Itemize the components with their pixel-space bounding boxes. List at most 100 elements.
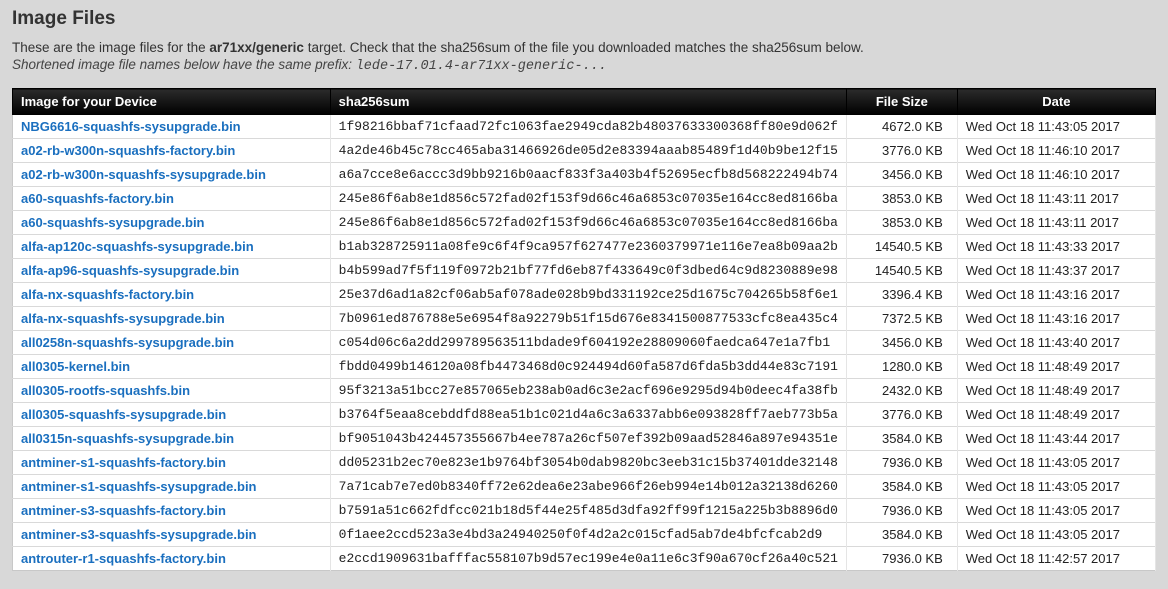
cell-size: 14540.5 KB (846, 235, 957, 259)
cell-name: a60-squashfs-factory.bin (13, 187, 331, 211)
cell-sha: bf9051043b424457355667b4ee787a26cf507ef3… (330, 427, 846, 451)
cell-size: 7372.5 KB (846, 307, 957, 331)
cell-date: Wed Oct 18 11:48:49 2017 (957, 403, 1155, 427)
cell-sha: 245e86f6ab8e1d856c572fad02f153f9d66c46a6… (330, 211, 846, 235)
cell-sha: 7b0961ed876788e5e6954f8a92279b51f15d676e… (330, 307, 846, 331)
cell-date: Wed Oct 18 11:43:16 2017 (957, 307, 1155, 331)
intro-target: ar71xx/generic (209, 40, 304, 55)
table-row: all0305-rootfs-squashfs.bin 95f3213a51bcc… (13, 379, 1156, 403)
cell-date: Wed Oct 18 11:46:10 2017 (957, 139, 1155, 163)
col-header-size: File Size (846, 89, 957, 115)
cell-date: Wed Oct 18 11:43:33 2017 (957, 235, 1155, 259)
cell-sha: 0f1aee2ccd523a3e4bd3a24940250f0f4d2a2c01… (330, 523, 846, 547)
sub-prefix: lede-17.01.4-ar71xx-generic-... (356, 59, 607, 74)
cell-date: Wed Oct 18 11:43:40 2017 (957, 331, 1155, 355)
cell-sha: b3764f5eaa8cebddfd88ea51b1c021d4a6c3a633… (330, 403, 846, 427)
table-row: antminer-s3-squashfs-factory.bin b7591a51… (13, 499, 1156, 523)
intro-line: These are the image files for the ar71xx… (12, 40, 1156, 55)
cell-size: 3776.0 KB (846, 139, 957, 163)
cell-name: alfa-nx-squashfs-factory.bin (13, 283, 331, 307)
table-row: antrouter-r1-squashfs-factory.bin e2ccd19… (13, 547, 1156, 571)
cell-name: a02-rb-w300n-squashfs-sysupgrade.bin (13, 163, 331, 187)
cell-sha: 4a2de46b45c78cc465aba31466926de05d2e8339… (330, 139, 846, 163)
cell-sha: c054d06c6a2dd299789563511bdade9f604192e2… (330, 331, 846, 355)
image-file-link[interactable]: a02-rb-w300n-squashfs-factory.bin (21, 143, 235, 158)
cell-size: 4672.0 KB (846, 115, 957, 139)
cell-size: 3396.4 KB (846, 283, 957, 307)
cell-size: 3584.0 KB (846, 427, 957, 451)
table-row: all0305-squashfs-sysupgrade.bin b3764f5ea… (13, 403, 1156, 427)
image-file-link[interactable]: all0305-kernel.bin (21, 359, 130, 374)
image-file-link[interactable]: antminer-s3-squashfs-sysupgrade.bin (21, 527, 257, 542)
cell-size: 3456.0 KB (846, 331, 957, 355)
col-header-name: Image for your Device (13, 89, 331, 115)
cell-date: Wed Oct 18 11:48:49 2017 (957, 355, 1155, 379)
cell-name: antminer-s1-squashfs-factory.bin (13, 451, 331, 475)
cell-sha: dd05231b2ec70e823e1b9764bf3054b0dab9820b… (330, 451, 846, 475)
image-file-link[interactable]: alfa-nx-squashfs-sysupgrade.bin (21, 311, 225, 326)
cell-name: all0315n-squashfs-sysupgrade.bin (13, 427, 331, 451)
cell-name: NBG6616-squashfs-sysupgrade.bin (13, 115, 331, 139)
cell-size: 7936.0 KB (846, 451, 957, 475)
cell-date: Wed Oct 18 11:43:44 2017 (957, 427, 1155, 451)
cell-sha: b7591a51c662fdfcc021b18d5f44e25f485d3dfa… (330, 499, 846, 523)
image-file-link[interactable]: a60-squashfs-factory.bin (21, 191, 174, 206)
col-header-sha: sha256sum (330, 89, 846, 115)
cell-size: 3853.0 KB (846, 187, 957, 211)
table-row: a60-squashfs-sysupgrade.bin 245e86f6ab8e1… (13, 211, 1156, 235)
table-row: antminer-s1-squashfs-sysupgrade.bin 7a71c… (13, 475, 1156, 499)
cell-size: 1280.0 KB (846, 355, 957, 379)
cell-name: all0305-kernel.bin (13, 355, 331, 379)
cell-date: Wed Oct 18 11:43:05 2017 (957, 451, 1155, 475)
cell-date: Wed Oct 18 11:43:11 2017 (957, 211, 1155, 235)
cell-sha: e2ccd1909631bafffac558107b9d57ec199e4e0a… (330, 547, 846, 571)
image-file-link[interactable]: all0305-squashfs-sysupgrade.bin (21, 407, 226, 422)
image-file-link[interactable]: alfa-ap96-squashfs-sysupgrade.bin (21, 263, 239, 278)
cell-name: all0305-rootfs-squashfs.bin (13, 379, 331, 403)
table-row: a60-squashfs-factory.bin245e86f6ab8e1d85… (13, 187, 1156, 211)
cell-date: Wed Oct 18 11:48:49 2017 (957, 379, 1155, 403)
image-file-link[interactable]: NBG6616-squashfs-sysupgrade.bin (21, 119, 241, 134)
image-file-link[interactable]: alfa-nx-squashfs-factory.bin (21, 287, 194, 302)
cell-sha: 1f98216bbaf71cfaad72fc1063fae2949cda82b4… (330, 115, 846, 139)
table-row: all0258n-squashfs-sysupgrade.bin c054d06c… (13, 331, 1156, 355)
image-file-link[interactable]: all0305-rootfs-squashfs.bin (21, 383, 190, 398)
table-row: alfa-nx-squashfs-factory.bin 25e37d6ad1a8… (13, 283, 1156, 307)
table-row: a02-rb-w300n-squashfs-sysupgrade.bin a6a7… (13, 163, 1156, 187)
cell-date: Wed Oct 18 11:43:05 2017 (957, 115, 1155, 139)
cell-size: 14540.5 KB (846, 259, 957, 283)
cell-name: antminer-s3-squashfs-factory.bin (13, 499, 331, 523)
cell-name: a02-rb-w300n-squashfs-factory.bin (13, 139, 331, 163)
image-file-link[interactable]: all0315n-squashfs-sysupgrade.bin (21, 431, 234, 446)
table-row: alfa-nx-squashfs-sysupgrade.bin 7b0961ed8… (13, 307, 1156, 331)
cell-size: 3584.0 KB (846, 475, 957, 499)
intro-text-pre: These are the image files for the (12, 40, 209, 55)
cell-date: Wed Oct 18 11:43:16 2017 (957, 283, 1155, 307)
cell-sha: 95f3213a51bcc27e857065eb238ab0ad6c3e2acf… (330, 379, 846, 403)
image-file-link[interactable]: alfa-ap120c-squashfs-sysupgrade.bin (21, 239, 254, 254)
cell-size: 3776.0 KB (846, 403, 957, 427)
cell-name: alfa-nx-squashfs-sysupgrade.bin (13, 307, 331, 331)
image-file-link[interactable]: antminer-s1-squashfs-sysupgrade.bin (21, 479, 257, 494)
image-file-link[interactable]: a02-rb-w300n-squashfs-sysupgrade.bin (21, 167, 266, 182)
cell-sha: a6a7cce8e6accc3d9bb9216b0aacf833f3a403b4… (330, 163, 846, 187)
table-row: all0305-kernel.bin fbdd0499b146120a08fb44… (13, 355, 1156, 379)
cell-sha: 7a71cab7e7ed0b8340ff72e62dea6e23abe966f2… (330, 475, 846, 499)
cell-size: 7936.0 KB (846, 547, 957, 571)
cell-size: 3853.0 KB (846, 211, 957, 235)
image-file-link[interactable]: antrouter-r1-squashfs-factory.bin (21, 551, 226, 566)
cell-name: alfa-ap96-squashfs-sysupgrade.bin (13, 259, 331, 283)
image-file-link[interactable]: antminer-s3-squashfs-factory.bin (21, 503, 226, 518)
cell-sha: 25e37d6ad1a82cf06ab5af078ade028b9bd33119… (330, 283, 846, 307)
image-files-table: Image for your Device sha256sum File Siz… (12, 88, 1156, 571)
sub-text-pre: Shortened image file names below have th… (12, 57, 356, 72)
cell-sha: fbdd0499b146120a08fb4473468d0c924494d60f… (330, 355, 846, 379)
table-row: NBG6616-squashfs-sysupgrade.bin 1f98216bb… (13, 115, 1156, 139)
table-row: antminer-s1-squashfs-factory.bin dd05231b… (13, 451, 1156, 475)
cell-date: Wed Oct 18 11:43:05 2017 (957, 523, 1155, 547)
image-file-link[interactable]: a60-squashfs-sysupgrade.bin (21, 215, 205, 230)
image-file-link[interactable]: antminer-s1-squashfs-factory.bin (21, 455, 226, 470)
image-file-link[interactable]: all0258n-squashfs-sysupgrade.bin (21, 335, 234, 350)
cell-name: antminer-s3-squashfs-sysupgrade.bin (13, 523, 331, 547)
intro-text-post: target. Check that the sha256sum of the … (304, 40, 864, 55)
